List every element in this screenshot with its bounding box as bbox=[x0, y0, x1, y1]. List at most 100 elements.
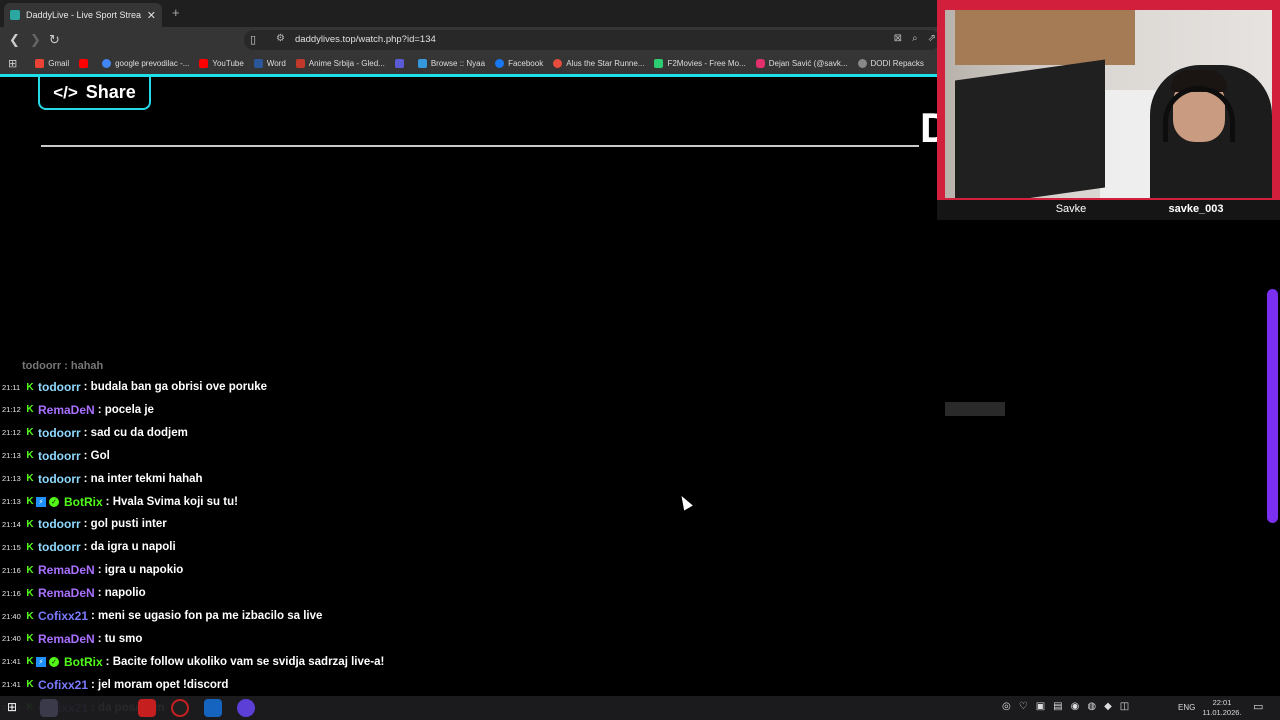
site-info-icon[interactable]: ⚙ bbox=[276, 33, 285, 44]
back-icon[interactable]: ❮ bbox=[9, 32, 20, 48]
chat-timestamp: 21:13 bbox=[2, 497, 21, 506]
tray-icon[interactable]: ◍ bbox=[1087, 701, 1096, 712]
chat-message-text: : sad cu da dodjem bbox=[83, 426, 188, 439]
bookmark-facebook[interactable]: Facebook bbox=[495, 59, 543, 68]
bookmark-youtube-short[interactable] bbox=[79, 59, 92, 68]
anime-icon bbox=[295, 59, 305, 68]
tray-icon[interactable]: ♡ bbox=[1019, 701, 1028, 712]
chat-username[interactable]: RemaDeN bbox=[38, 563, 95, 577]
chat-message: 21:40 K Cofixx21: meni se ugasio fon pa me… bbox=[2, 606, 322, 626]
kick-badge-icon: K bbox=[26, 473, 34, 485]
chat-message: 21:16 K RemaDeN: napolio bbox=[2, 583, 146, 603]
chat-timestamp: 21:15 bbox=[2, 542, 21, 552]
kick-badge-icon: K bbox=[26, 496, 34, 507]
chat-timestamp: 21:12 bbox=[2, 428, 21, 438]
chat-username[interactable]: RemaDeN bbox=[38, 403, 95, 417]
taskbar-app-1[interactable] bbox=[40, 699, 58, 717]
scroll-indicator[interactable] bbox=[1267, 289, 1278, 523]
bookmark-word[interactable]: Word bbox=[253, 59, 286, 68]
chat-message-text: : meni se ugasio fon pa me izbacilo sa l… bbox=[91, 610, 323, 622]
chat-message-text: : da igra u napoli bbox=[83, 541, 176, 554]
chat-username[interactable]: Cofixx21 bbox=[38, 609, 88, 623]
windows-start-icon[interactable]: ⊞ bbox=[7, 700, 17, 714]
chat-username[interactable]: todoorr bbox=[38, 540, 81, 554]
bookmark-nyaa[interactable]: Browse :: Nyaa bbox=[417, 59, 485, 68]
taskbar-app-4[interactable] bbox=[204, 699, 222, 717]
taskbar-app-3[interactable] bbox=[171, 699, 189, 717]
chat-message-text: : na inter tekmi hahah bbox=[83, 472, 203, 485]
chat-timestamp: 21:41 bbox=[2, 680, 21, 690]
chat-message-text: : jel moram opet !discord bbox=[91, 678, 229, 691]
bookmark-icon[interactable]: ▯ bbox=[250, 33, 256, 46]
kick-badge-icon: K bbox=[26, 610, 34, 622]
bookmark-youtube[interactable]: YouTube bbox=[199, 59, 244, 68]
forward-icon[interactable]: ❯ bbox=[30, 32, 41, 48]
chat-username[interactable]: BotRix bbox=[64, 655, 103, 669]
tray-icon[interactable]: ◆ bbox=[1104, 701, 1112, 712]
chat-username[interactable]: todoorr bbox=[38, 380, 81, 394]
chat-username[interactable]: todoorr bbox=[38, 517, 81, 531]
kick-badge-icon: K bbox=[26, 587, 34, 599]
chat-timestamp: 21:16 bbox=[2, 588, 21, 598]
microsoft-icon bbox=[253, 59, 263, 68]
tray-icon[interactable]: ◎ bbox=[1002, 701, 1011, 712]
system-clock[interactable]: 22:01 11.01.2026. bbox=[1202, 698, 1242, 718]
chat-username[interactable]: BotRix bbox=[64, 495, 103, 509]
taskbar-app-5[interactable] bbox=[237, 699, 255, 717]
bookmarks-bar: ⊞ Gmail google prevodilac -... YouTube W… bbox=[0, 53, 940, 74]
bookmark-f2movies[interactable]: F2Movies - Free Mo... bbox=[654, 59, 746, 68]
chat-username[interactable]: todoorr bbox=[38, 426, 81, 440]
browser-tab-bar: DaddyLive - Live Sport Streamin ✕ + bbox=[0, 0, 940, 27]
bookmark-google-translate[interactable]: google prevodilac -... bbox=[102, 59, 189, 68]
verified-badge-icon: ✓ bbox=[49, 656, 59, 667]
tray-icon[interactable]: ◫ bbox=[1120, 701, 1129, 712]
bot-badge-icon: ⚡ bbox=[36, 656, 46, 667]
chat-username[interactable]: todoorr bbox=[38, 449, 81, 463]
bookmark-instagram[interactable]: Dejan Savić (@savk... bbox=[755, 59, 848, 68]
taskbar-app-2[interactable] bbox=[138, 699, 156, 717]
notifications-icon[interactable]: ▭ bbox=[1253, 700, 1263, 713]
youtube-icon bbox=[79, 59, 89, 68]
share-page-icon[interactable]: ⇗ bbox=[928, 33, 936, 44]
bookmark-dodi[interactable]: DODI Repacks bbox=[857, 59, 924, 68]
camera-blocked-icon[interactable]: ⊠ bbox=[894, 33, 902, 44]
chat-username[interactable]: Cofixx21 bbox=[38, 678, 88, 692]
zoom-icon[interactable]: ⌕ bbox=[912, 33, 918, 44]
steam-icon[interactable]: ◉ bbox=[1071, 701, 1080, 712]
clock-date: 11.01.2026. bbox=[1202, 708, 1242, 717]
language-indicator[interactable]: ENG bbox=[1178, 703, 1195, 712]
chat-message: 21:14 Ktodoorr: gol pusti inter bbox=[2, 514, 167, 534]
bookmark-unnamed[interactable] bbox=[394, 59, 408, 68]
kick-badge-icon: K bbox=[26, 518, 34, 530]
chat-message-text: : napolio bbox=[97, 587, 146, 600]
bot-badge-icon: ⚡ bbox=[36, 496, 46, 507]
browser-tab-daddylive[interactable]: DaddyLive - Live Sport Streamin ✕ bbox=[4, 3, 162, 27]
chat-message-text: : Bacite follow ukoliko vam se svidja sa… bbox=[105, 655, 385, 668]
bookmark-alus[interactable]: Alus the Star Runne... bbox=[553, 59, 644, 68]
chat-username[interactable]: todoorr bbox=[38, 472, 81, 486]
new-tab-icon[interactable]: + bbox=[172, 5, 180, 20]
apps-grid-icon[interactable]: ⊞ bbox=[8, 57, 17, 70]
reload-icon[interactable]: ↻ bbox=[49, 32, 60, 48]
tray-icon[interactable]: ▣ bbox=[1036, 701, 1045, 712]
share-button[interactable]: </> Share bbox=[38, 77, 151, 110]
tab-close-icon[interactable]: ✕ bbox=[147, 9, 156, 22]
chat-username[interactable]: RemaDeN bbox=[38, 632, 95, 646]
chat-username[interactable]: RemaDeN bbox=[38, 586, 95, 600]
browser-toolbar: ❮ ❯ ↻ ▯ ⚙ daddylives.top/watch.php?id=13… bbox=[0, 27, 940, 53]
chat-message: 21:12 Ktodoorr: sad cu da dodjem bbox=[2, 423, 188, 443]
address-bar[interactable]: ▯ ⚙ daddylives.top/watch.php?id=134 ⊠ ⌕ … bbox=[244, 30, 940, 50]
tab-title: DaddyLive - Live Sport Streamin bbox=[26, 10, 141, 20]
bookmark-anime-srbija[interactable]: Anime Srbija - Gled... bbox=[295, 59, 385, 68]
chat-message: 21:13 Ktodoorr: na inter tekmi hahah bbox=[2, 469, 203, 489]
chat-message: 21:13 K ⚡ ✓ BotRix: Hvala Svima koji su tu! bbox=[2, 492, 238, 512]
chat-message-text: : pocela je bbox=[97, 403, 154, 416]
chat-message-partial: todoorr : hahah bbox=[22, 360, 104, 370]
chat-message: 21:12 K RemaDeN: pocela je bbox=[2, 400, 154, 420]
url-text[interactable]: daddylives.top/watch.php?id=134 bbox=[295, 34, 436, 45]
chat-message: 21:11 Ktodoorr: budala ban ga obrisi ove … bbox=[2, 377, 267, 397]
chat-message: 21:13 Ktodoorr: Gol bbox=[2, 446, 110, 466]
tray-icon[interactable]: ▤ bbox=[1053, 701, 1062, 712]
webcam-video bbox=[945, 10, 1272, 198]
bookmark-gmail[interactable]: Gmail bbox=[35, 59, 69, 68]
